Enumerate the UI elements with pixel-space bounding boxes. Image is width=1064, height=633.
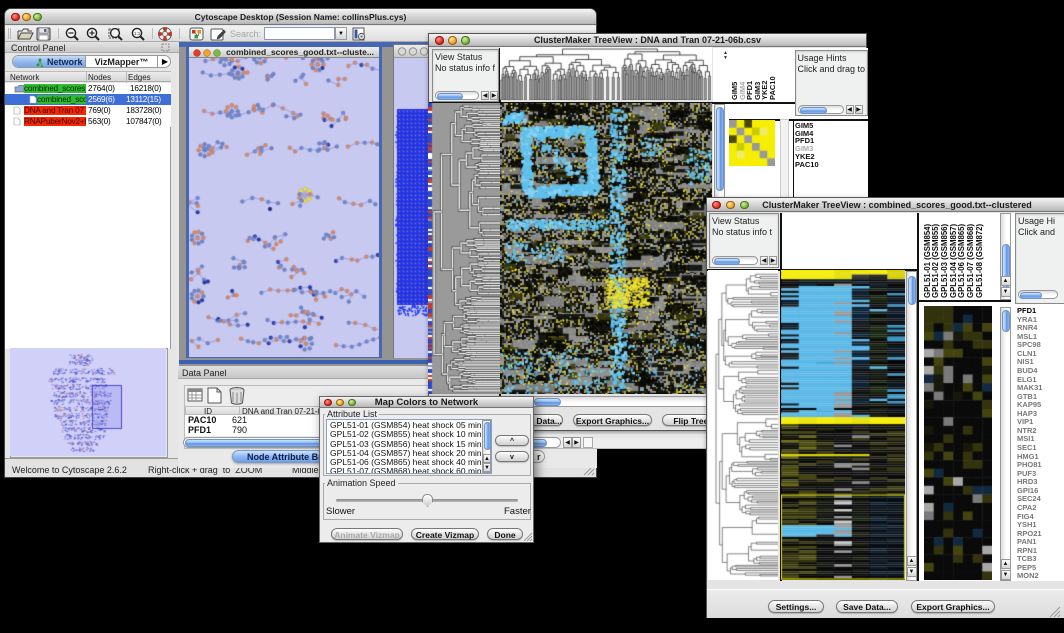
svg-text:1:1: 1:1 <box>134 31 141 36</box>
